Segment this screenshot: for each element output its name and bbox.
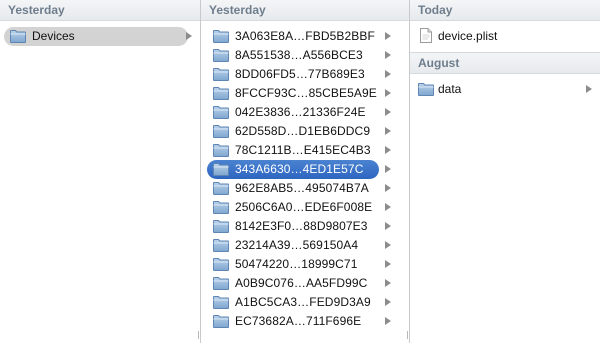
list-item-device-folder[interactable]: A1BC5CA3…FED9D3A9 bbox=[201, 293, 409, 312]
list-item-label: 8142E3F0…88D9807E3 bbox=[235, 219, 368, 233]
list-item-label: device.plist bbox=[438, 29, 498, 43]
list-item-device-folder[interactable]: 3A063E8A…FBD5B2BBF bbox=[201, 27, 409, 46]
folder-icon bbox=[213, 182, 229, 195]
list-item-label: 78C1211B…E415EC4B3 bbox=[235, 143, 371, 157]
plist-file-icon bbox=[420, 28, 432, 43]
folder-icon bbox=[213, 315, 229, 328]
list-item-label: 3A063E8A…FBD5B2BBF bbox=[235, 29, 375, 43]
list-item-device-folder[interactable]: 50474220…18999C71 bbox=[201, 255, 409, 274]
folder-icon bbox=[213, 106, 229, 119]
folder-icon bbox=[213, 144, 229, 157]
list-item-device-folder[interactable]: A0B9C076…AA5FD99C bbox=[201, 274, 409, 293]
list-item-label: 8DD06FD5…77B689E3 bbox=[235, 67, 365, 81]
folder-icon bbox=[213, 296, 229, 309]
folder-icon bbox=[213, 239, 229, 252]
folder-icon bbox=[418, 83, 434, 96]
list-item-device-folder[interactable]: 8FCCF93C…85CBE5A9E bbox=[201, 84, 409, 103]
list-item-device-folder[interactable]: 8A551538…A556BCE3 bbox=[201, 46, 409, 65]
device-folder-list: 3A063E8A…FBD5B2BBF 8A551538…A556BCE3 8DD06… bbox=[201, 21, 409, 331]
list-item-devices[interactable]: Devices bbox=[0, 27, 200, 46]
disclosure-arrow-icon bbox=[385, 70, 391, 78]
disclosure-arrow-icon bbox=[385, 298, 391, 306]
folder-icon bbox=[213, 49, 229, 62]
list-item-device-plist[interactable]: device.plist bbox=[410, 27, 600, 46]
list-item-device-folder[interactable]: EC73682A…711F696E bbox=[201, 312, 409, 331]
disclosure-arrow-icon bbox=[385, 241, 391, 249]
disclosure-arrow-icon bbox=[385, 260, 391, 268]
disclosure-arrow-icon bbox=[385, 108, 391, 116]
section-header-today: Today bbox=[410, 0, 600, 21]
list-item-label: data bbox=[438, 82, 462, 96]
list-item-label: 8A551538…A556BCE3 bbox=[235, 48, 363, 62]
list-item-device-folder[interactable]: 8142E3F0…88D9807E3 bbox=[201, 217, 409, 236]
list-item-label: 042E3836…21336F24E bbox=[235, 105, 366, 119]
disclosure-arrow-icon bbox=[385, 51, 391, 59]
folder-icon bbox=[213, 220, 229, 233]
list-item-data[interactable]: data bbox=[410, 80, 600, 99]
folder-icon bbox=[213, 201, 229, 214]
folder-icon bbox=[213, 277, 229, 290]
folder-icon bbox=[213, 258, 229, 271]
list-item-device-folder[interactable]: 78C1211B…E415EC4B3 bbox=[201, 141, 409, 160]
disclosure-arrow-icon bbox=[385, 165, 391, 173]
list-item-label: 23214A39…569150A4 bbox=[235, 238, 359, 252]
folder-icon bbox=[213, 163, 229, 176]
disclosure-arrow-icon bbox=[385, 184, 391, 192]
disclosure-arrow-icon bbox=[385, 89, 391, 97]
disclosure-arrow-icon bbox=[385, 317, 391, 325]
list-item-device-folder[interactable]: 23214A39…569150A4 bbox=[201, 236, 409, 255]
column-2[interactable]: Yesterday 3A063E8A…FBD5B2BBF 8A551538…A55… bbox=[201, 0, 410, 343]
disclosure-arrow-icon bbox=[385, 279, 391, 287]
disclosure-arrow-icon bbox=[385, 146, 391, 154]
folder-icon bbox=[213, 87, 229, 100]
section-header-yesterday: Yesterday bbox=[201, 0, 409, 21]
section-header-yesterday: Yesterday bbox=[0, 0, 200, 21]
list-item-device-folder[interactable]: 62D558D…D1EB6DDC9 bbox=[201, 122, 409, 141]
disclosure-arrow-icon bbox=[385, 32, 391, 40]
disclosure-arrow-icon bbox=[385, 203, 391, 211]
list-item-label: A1BC5CA3…FED9D3A9 bbox=[235, 295, 371, 309]
list-item-label: 8FCCF93C…85CBE5A9E bbox=[235, 86, 377, 100]
list-item-label: EC73682A…711F696E bbox=[235, 314, 362, 328]
section-header-august: August bbox=[410, 52, 600, 74]
list-item-device-folder[interactable]: 8DD06FD5…77B689E3 bbox=[201, 65, 409, 84]
list-item-device-folder[interactable]: 2506C6A0…EDE6F008E bbox=[201, 198, 409, 217]
list-item-label: 343A6630…4ED1E57C bbox=[235, 162, 364, 176]
disclosure-arrow-icon bbox=[385, 127, 391, 135]
list-item-device-folder[interactable]: 343A6630…4ED1E57C bbox=[201, 160, 409, 179]
disclosure-arrow-icon bbox=[186, 32, 192, 40]
list-item-label: 962E8AB5…495074B7A bbox=[235, 181, 369, 195]
column-3[interactable]: Today device.plist August data bbox=[410, 0, 600, 343]
column-browser: Yesterday Devices || Yesterday 3A063E8A…… bbox=[0, 0, 600, 343]
list-item-device-folder[interactable]: 962E8AB5…495074B7A bbox=[201, 179, 409, 198]
disclosure-arrow-icon bbox=[385, 222, 391, 230]
column-1[interactable]: Yesterday Devices || bbox=[0, 0, 201, 343]
folder-icon bbox=[213, 68, 229, 81]
folder-icon bbox=[213, 125, 229, 138]
list-item-label: A0B9C076…AA5FD99C bbox=[235, 276, 368, 290]
list-item-label: 2506C6A0…EDE6F008E bbox=[235, 200, 373, 214]
list-item-label: 50474220…18999C71 bbox=[235, 257, 358, 271]
list-item-device-folder[interactable]: 042E3836…21336F24E bbox=[201, 103, 409, 122]
disclosure-arrow-icon bbox=[586, 85, 592, 93]
folder-icon bbox=[10, 30, 26, 43]
list-item-label: 62D558D…D1EB6DDC9 bbox=[235, 124, 371, 138]
list-item-label: Devices bbox=[32, 29, 75, 43]
folder-icon bbox=[213, 30, 229, 43]
